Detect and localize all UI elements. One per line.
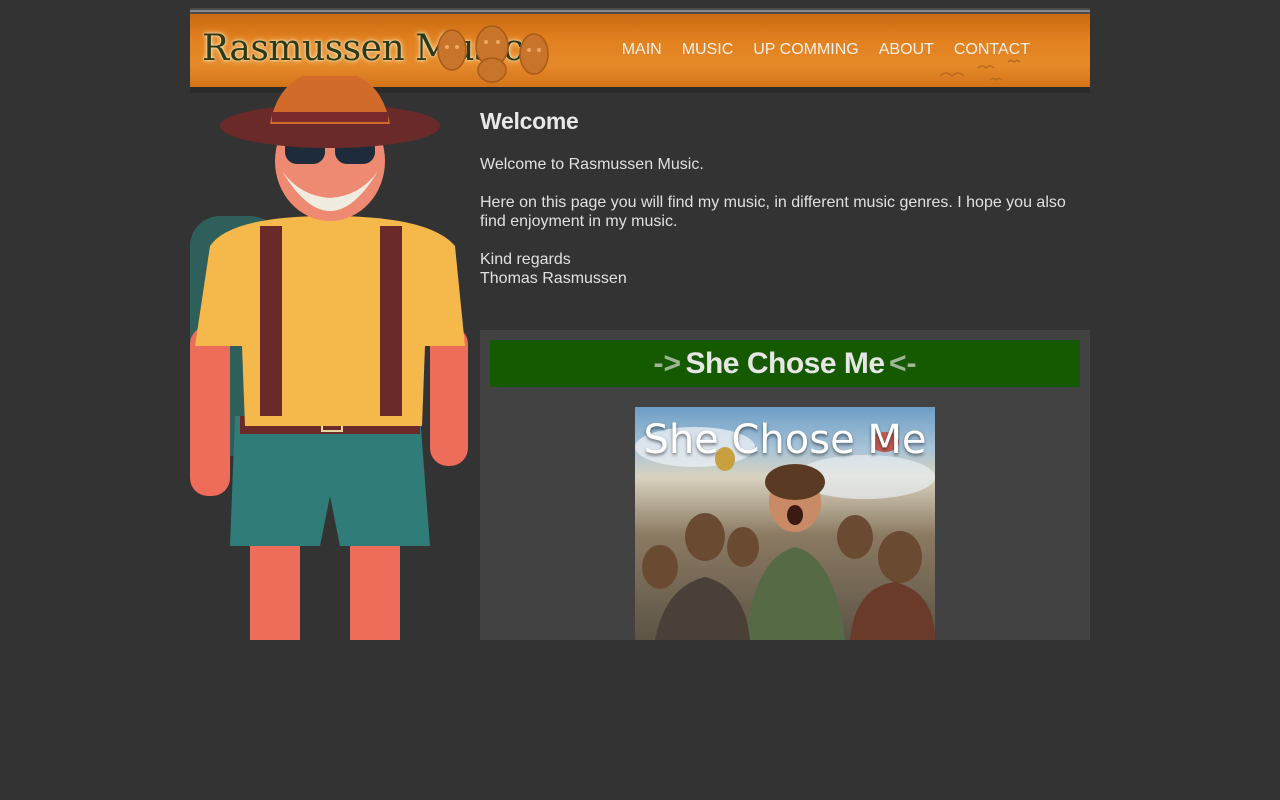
intro-text: Welcome to Rasmussen Music. bbox=[480, 156, 704, 173]
nav-main[interactable]: MAIN bbox=[612, 38, 672, 62]
nav-music[interactable]: MUSIC bbox=[672, 38, 744, 62]
left-arrow: -> bbox=[653, 347, 682, 380]
signoff-line-1: Kind regards bbox=[480, 251, 571, 268]
right-arrow: <- bbox=[888, 347, 917, 380]
main-content: Welcome Welcome to Rasmussen Music. Here… bbox=[480, 108, 1090, 288]
body-text: Here on this page you will find my music… bbox=[480, 194, 1066, 230]
album-cover-title: She Chose Me bbox=[643, 417, 927, 463]
nav-upcoming[interactable]: UP COMMING bbox=[743, 38, 868, 62]
birds-decoration bbox=[939, 59, 1021, 82]
featured-song-title: She Chose Me bbox=[685, 347, 885, 380]
signoff-line-2: Thomas Rasmussen bbox=[480, 270, 627, 287]
traveler-character-illustration bbox=[190, 76, 468, 640]
album-cover-image[interactable]: She Chose Me bbox=[635, 407, 935, 640]
featured-song-header[interactable]: -> She Chose Me <- bbox=[490, 340, 1080, 387]
featured-song-panel: -> She Chose Me <- She Chose Me bbox=[480, 330, 1090, 640]
page-title: Welcome bbox=[480, 108, 579, 134]
